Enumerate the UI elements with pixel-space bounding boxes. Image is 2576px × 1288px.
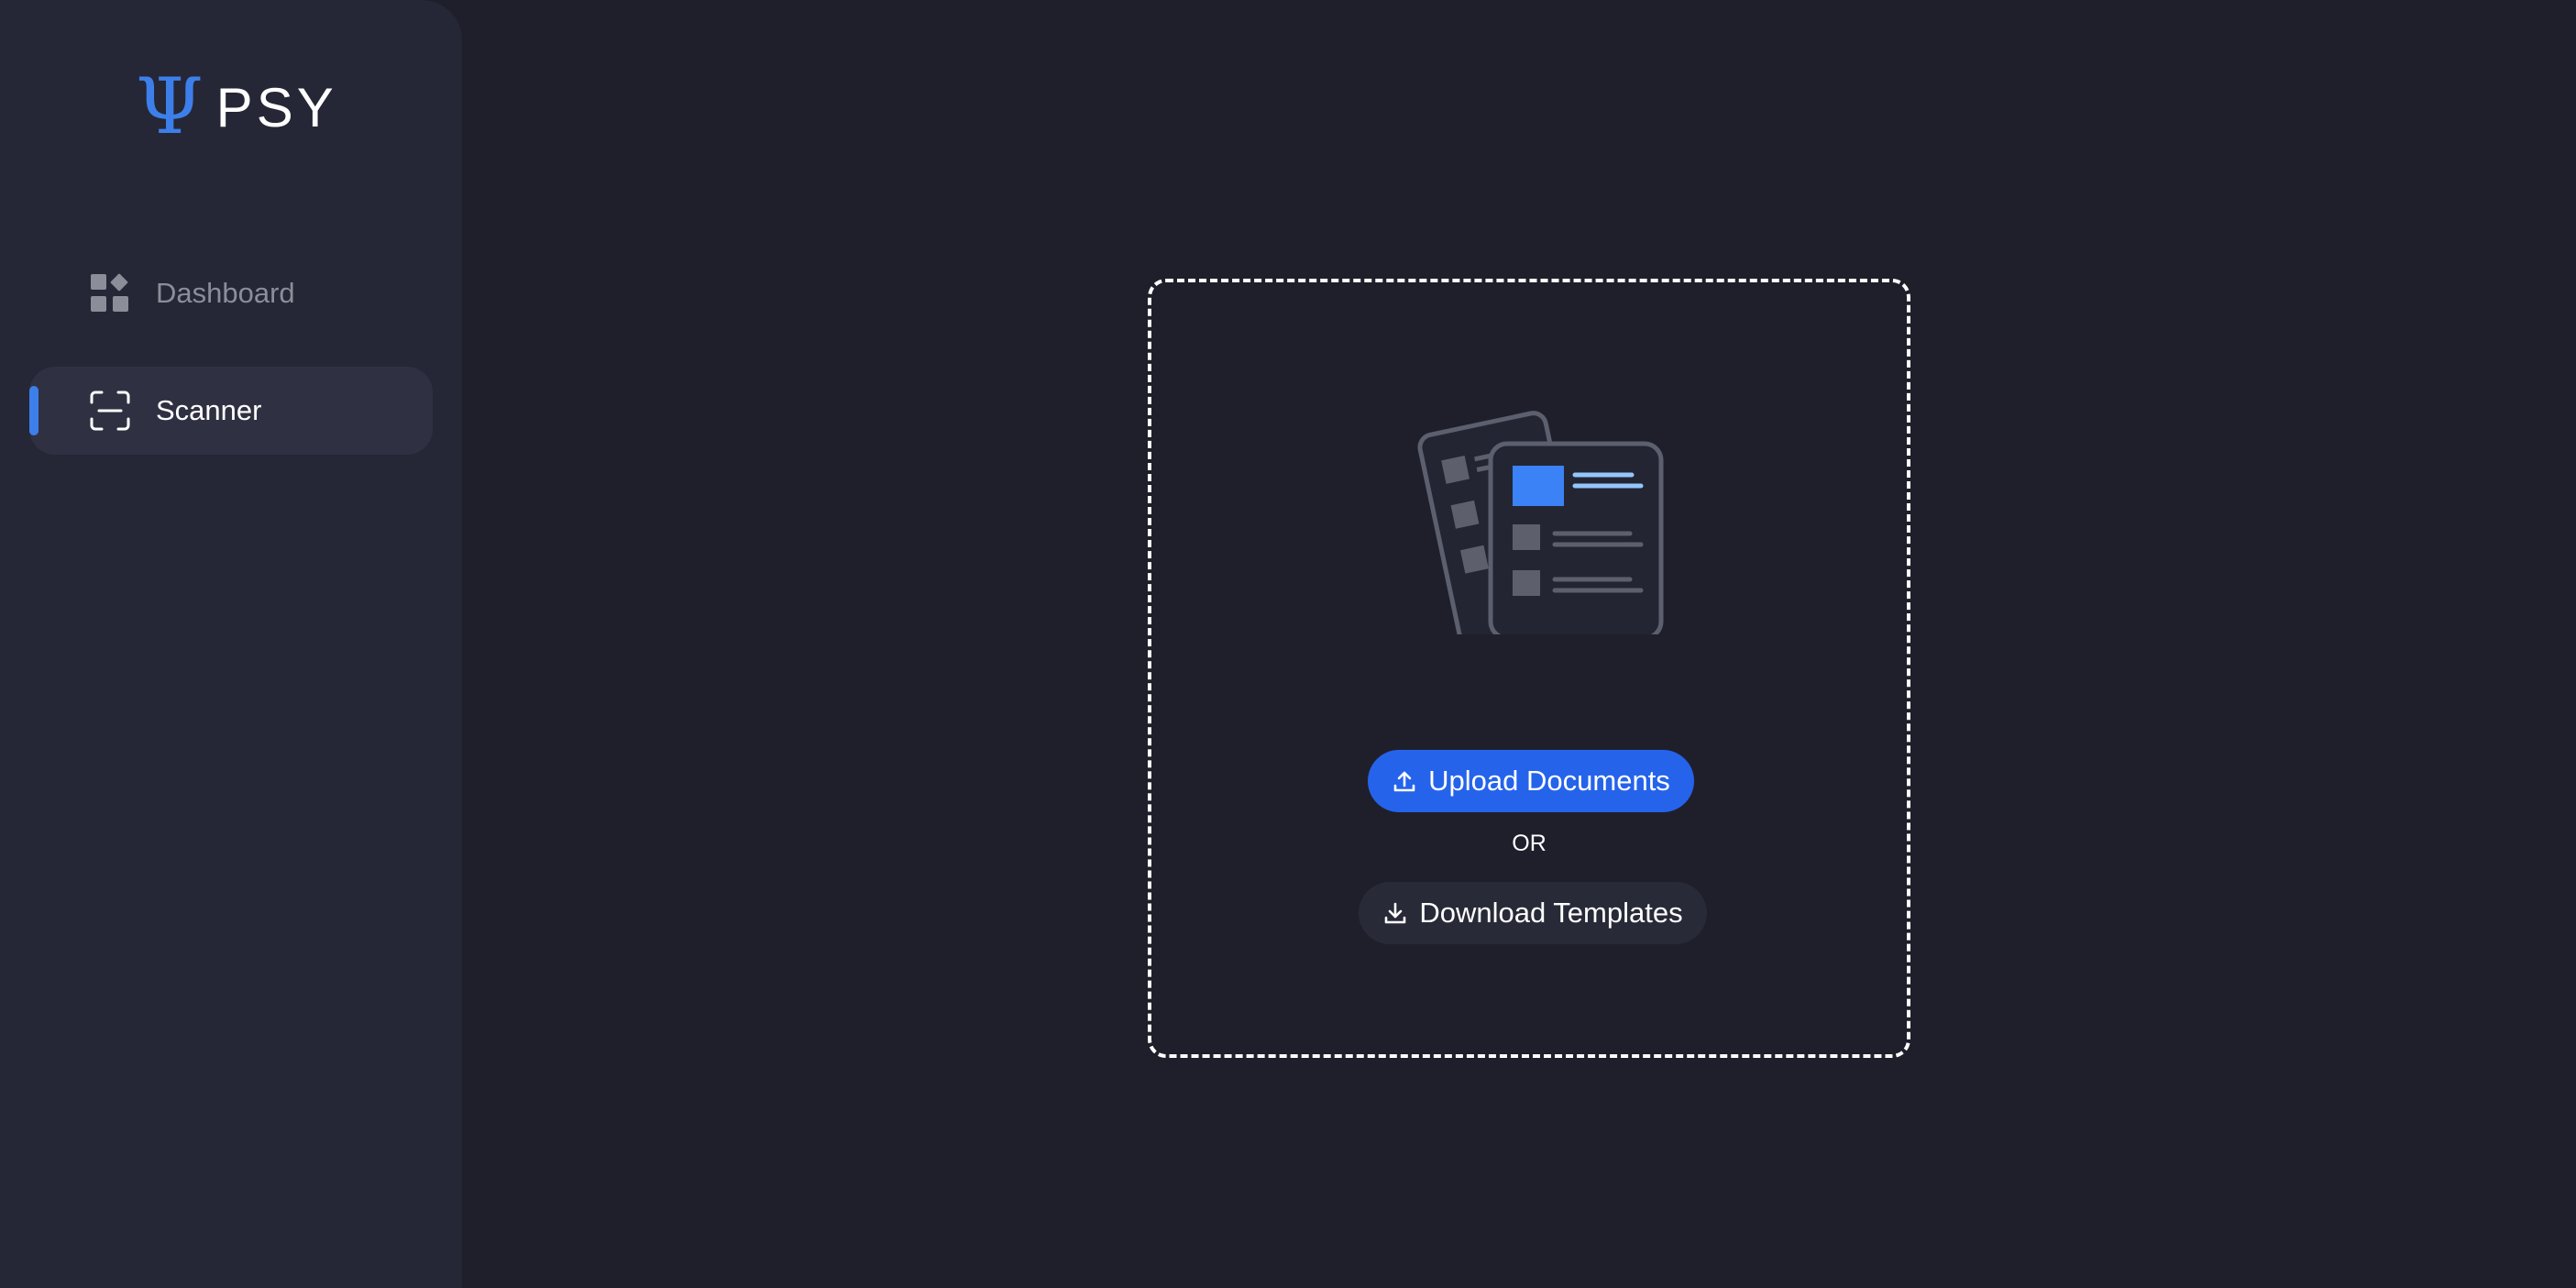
download-button-label: Download Templates — [1419, 897, 1683, 929]
or-separator: OR — [1512, 831, 1547, 856]
active-indicator — [29, 386, 39, 435]
scan-icon — [90, 391, 130, 431]
sidebar-item-dashboard[interactable]: Dashboard — [29, 249, 433, 337]
brand-name: PSY — [215, 77, 337, 138]
upload-button-label: Upload Documents — [1428, 765, 1670, 797]
app-window: Ψ PSY Dashboard Scanner Upload Documents… — [0, 0, 2576, 1288]
dashboard-grid-icon — [91, 273, 128, 312]
upload-documents-button[interactable]: Upload Documents — [1368, 750, 1694, 812]
upload-icon — [1393, 771, 1415, 792]
psi-logo-icon: Ψ — [136, 61, 204, 151]
download-icon — [1385, 902, 1406, 924]
sidebar: Ψ PSY Dashboard Scanner — [0, 0, 462, 1288]
logo: Ψ PSY — [136, 61, 337, 151]
sidebar-item-label: Scanner — [156, 394, 262, 426]
download-templates-button[interactable]: Download Templates — [1359, 882, 1707, 944]
upload-dropzone[interactable]: Upload Documents OR Download Templates — [1148, 279, 1910, 1058]
sidebar-item-label: Dashboard — [156, 277, 295, 309]
documents-icon — [1417, 411, 1664, 634]
sidebar-item-scanner[interactable]: Scanner — [29, 367, 433, 455]
